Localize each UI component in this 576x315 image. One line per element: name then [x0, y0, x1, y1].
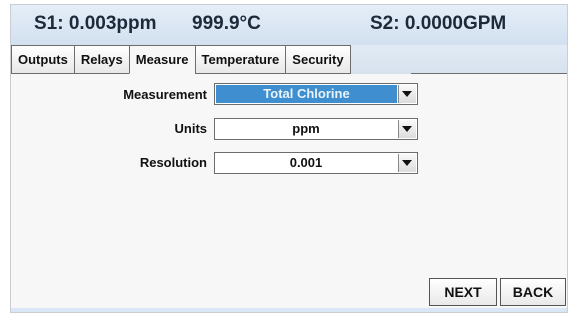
sensor2-reading: S2: 0.0000GPM: [370, 13, 507, 34]
measurement-value: Total Chlorine: [216, 85, 397, 103]
sensor1-reading: S1: 0.003ppm: [34, 13, 157, 34]
chevron-down-icon[interactable]: [398, 85, 416, 103]
chevron-down-icon[interactable]: [398, 154, 416, 172]
tab-security[interactable]: Security: [285, 45, 351, 74]
tab-divider-line: [411, 73, 567, 74]
temperature-reading: 999.9°C: [192, 13, 261, 34]
tab-outputs[interactable]: Outputs: [11, 45, 75, 74]
status-header: S1: 0.003ppm 999.9°C S2: 0.0000GPM: [11, 5, 567, 45]
controller-screen: S1: 0.003ppm 999.9°C S2: 0.0000GPM Outpu…: [10, 4, 568, 313]
resolution-dropdown[interactable]: 0.001: [214, 152, 418, 174]
tab-measure[interactable]: Measure: [128, 45, 196, 74]
measurement-dropdown[interactable]: Total Chlorine: [214, 83, 418, 105]
tab-relays[interactable]: Relays: [73, 45, 130, 74]
back-button[interactable]: BACK: [500, 278, 566, 306]
tab-temperature[interactable]: Temperature: [194, 45, 287, 74]
measurement-label: Measurement: [123, 87, 207, 102]
units-label: Units: [174, 121, 208, 136]
tab-bar: Outputs Relays Measure Temperature Secur…: [11, 45, 567, 74]
next-button[interactable]: NEXT: [429, 278, 497, 306]
resolution-label: Resolution: [139, 155, 207, 170]
bottom-strip: [11, 308, 567, 312]
resolution-value: 0.001: [289, 155, 323, 170]
units-value: ppm: [292, 121, 320, 136]
units-dropdown[interactable]: ppm: [214, 118, 418, 140]
chevron-down-icon[interactable]: [398, 120, 416, 138]
